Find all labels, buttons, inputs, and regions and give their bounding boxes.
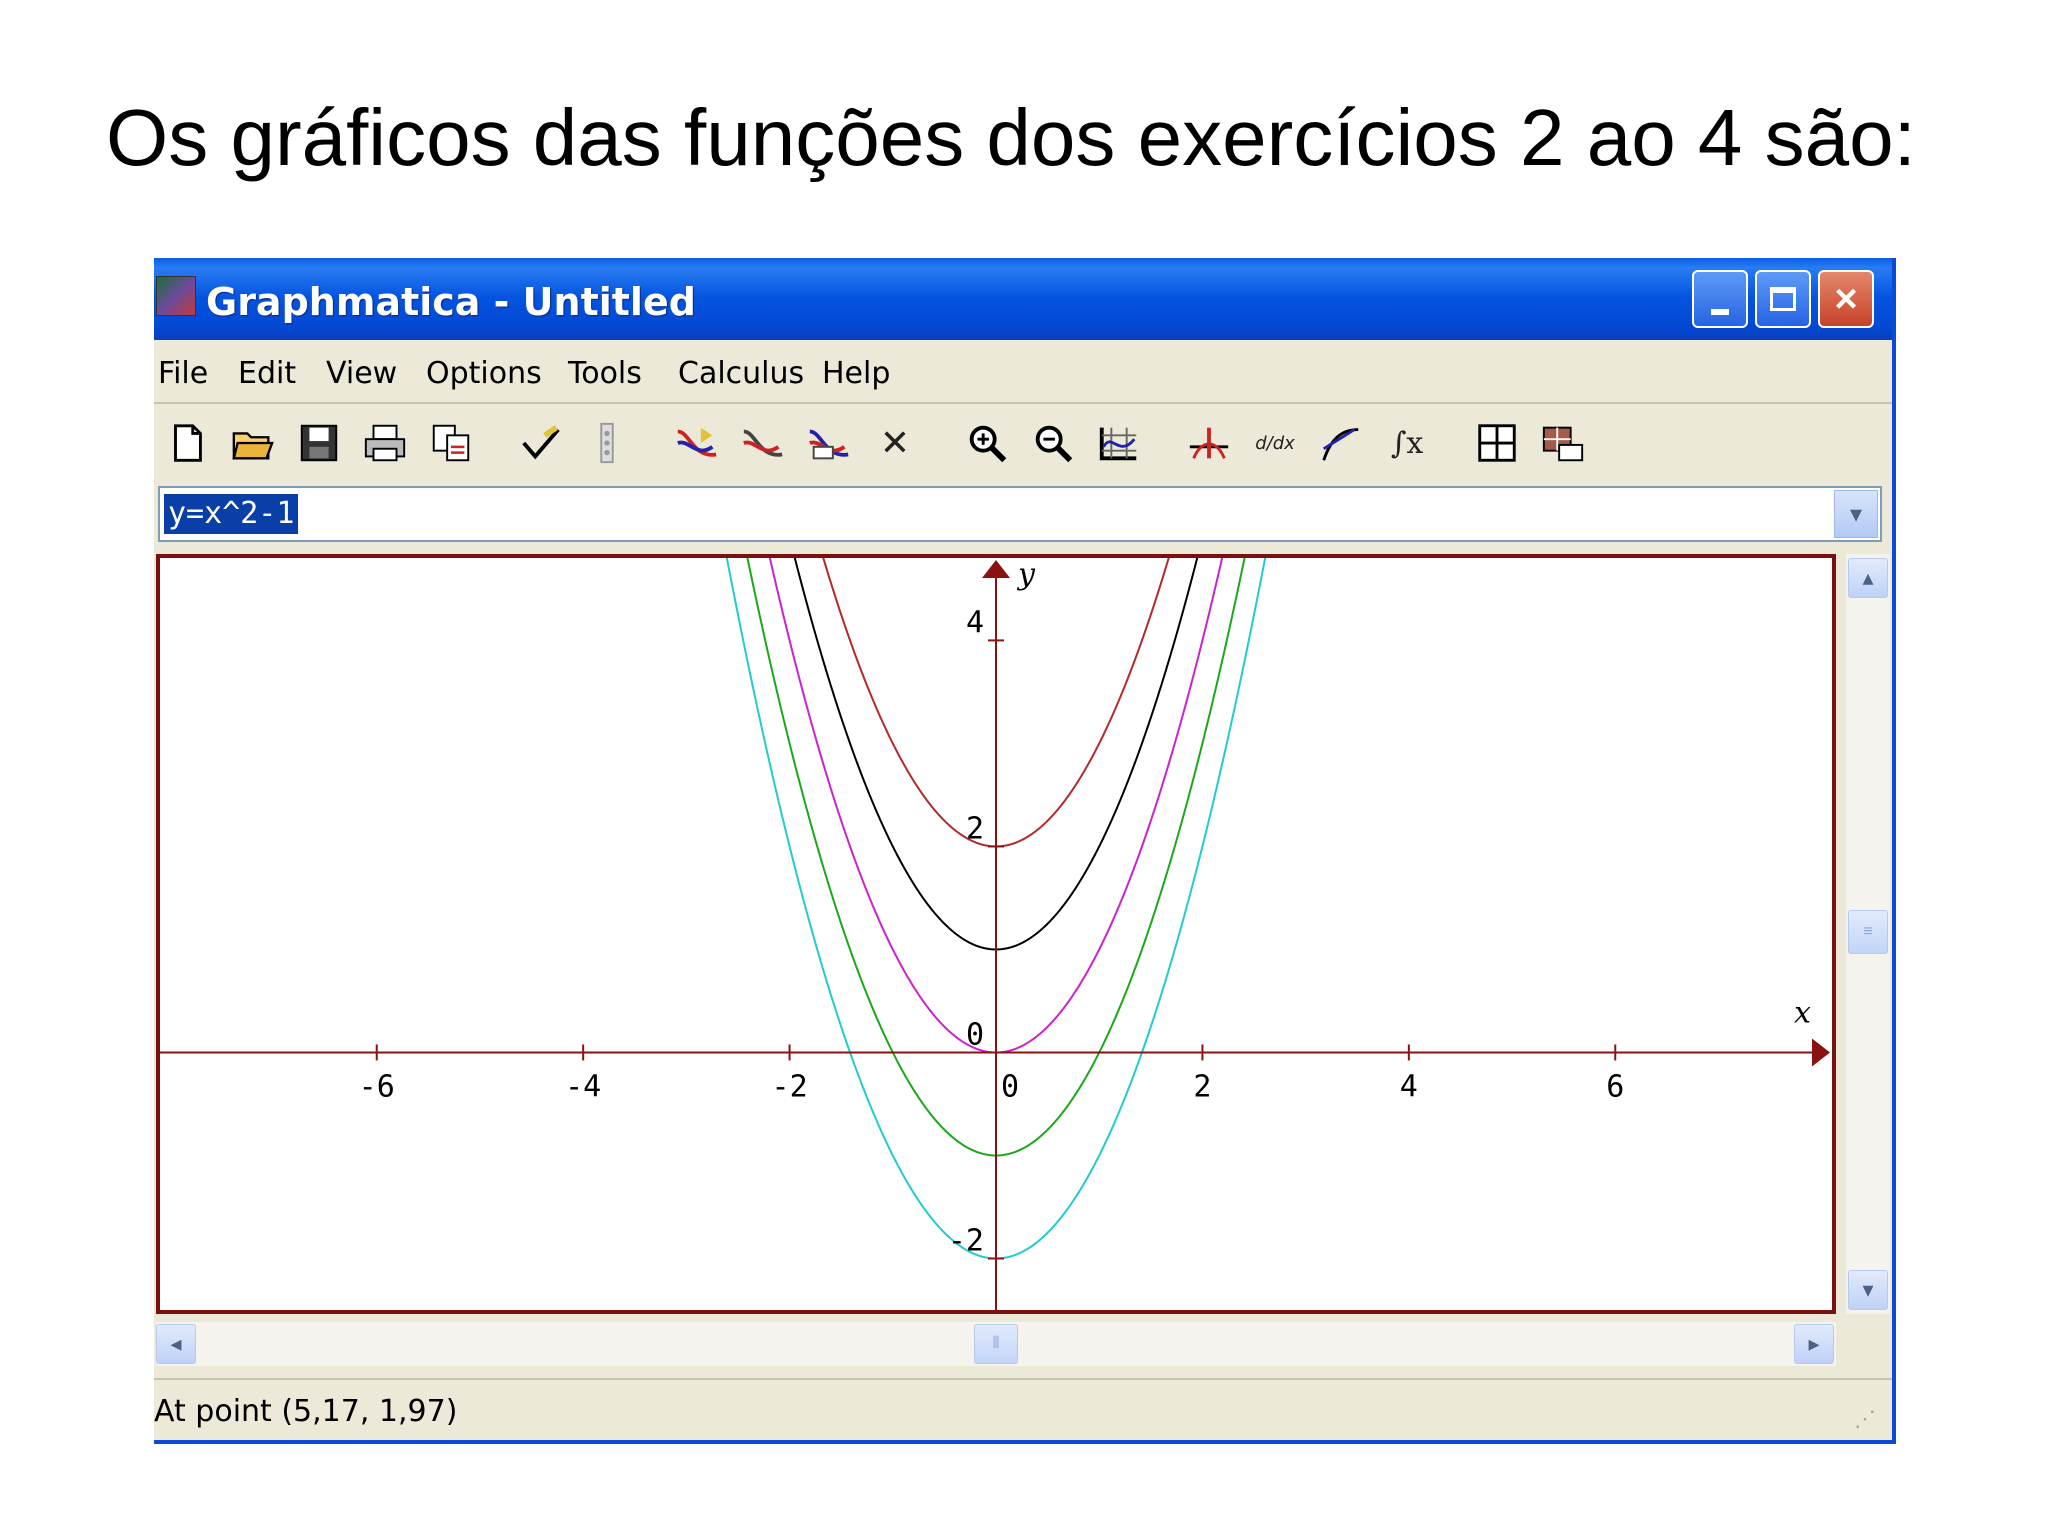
toolbar: ✕ d/dx ∫x [154,404,1892,484]
y-axis-arrow [982,560,1010,578]
equation-dropdown-button[interactable]: ▾ [1834,490,1878,538]
minimize-button[interactable] [1692,270,1748,328]
check-icon[interactable] [516,418,566,468]
menu-file[interactable]: File [158,356,208,391]
menu-view[interactable]: View [326,356,397,391]
y-tick-label-1: 0 [966,1017,984,1052]
table-icon[interactable] [1472,418,1522,468]
tangent-icon[interactable] [1316,418,1366,468]
zoom-in-icon[interactable] [962,418,1012,468]
status-bar: At point (5,17, 1,97) ⋰ [154,1378,1892,1440]
zoom-out-icon[interactable] [1028,418,1078,468]
x-tick-label-6: 6 [1606,1069,1624,1104]
vertical-scroll-thumb[interactable]: ≡ [1848,910,1888,954]
scroll-right-button[interactable]: ▸ [1794,1324,1834,1364]
derivative-icon[interactable]: d/dx [1250,418,1300,468]
y-tick-label-0: -2 [948,1223,984,1258]
menu-help[interactable]: Help [822,356,890,391]
chevron-left-icon: ◂ [170,1331,182,1356]
vertical-scrollbar[interactable]: ▴ ≡ ▾ [1846,554,1890,1314]
chevron-down-icon: ▾ [1849,500,1863,528]
title-bar[interactable]: Graphmatica - Untitled × [154,258,1892,340]
x-tick-label-3: 0 [1001,1069,1019,1104]
scroll-left-button[interactable]: ◂ [156,1324,196,1364]
x-tick-label-0: -6 [359,1069,395,1104]
x-axis-label: x [1794,995,1811,1030]
delete-glyph: ✕ [879,422,911,464]
scroll-up-button[interactable]: ▴ [1848,558,1888,598]
x-tick-label-1: -4 [565,1069,601,1104]
y-tick-label-2: 2 [966,811,984,846]
window-title: Graphmatica - Untitled [206,280,696,324]
roots-icon[interactable] [1184,418,1234,468]
equation-combobox[interactable]: y=x^2-1 ▾ [158,486,1882,542]
chevron-up-icon: ▴ [1862,565,1874,590]
equation-input[interactable]: y=x^2-1 [164,494,299,534]
status-text: At point (5,17, 1,97) [154,1394,458,1429]
scroll-down-button[interactable]: ▾ [1848,1270,1888,1310]
menu-tools[interactable]: Tools [568,356,642,391]
maximize-button[interactable] [1755,270,1811,328]
resize-grip-icon[interactable]: ⋰ [1854,1406,1884,1436]
x-tick-label-2: -2 [772,1069,808,1104]
integral-icon[interactable]: ∫x [1382,418,1432,468]
graph-canvas[interactable]: x y -6 -4 -2 0 2 4 6 -2 0 2 4 [160,558,1832,1310]
x-tick-label-5: 4 [1400,1069,1418,1104]
redraw-icon[interactable] [738,418,788,468]
coordinates-icon[interactable] [1538,418,1588,468]
menu-calculus[interactable]: Calculus [678,356,804,391]
plot-icon[interactable] [672,418,722,468]
integral-glyph: ∫x [1390,425,1424,461]
minimize-icon [1711,309,1729,315]
grip-icon [582,418,632,468]
close-button[interactable]: × [1818,270,1874,328]
slide-title: Os gráficos das funções dos exercícios 2… [106,93,1916,182]
derivative-glyph: d/dx [1255,432,1295,454]
save-icon[interactable] [294,418,344,468]
horizontal-scrollbar[interactable]: ◂ ⦀ ▸ [156,1322,1836,1366]
chevron-right-icon: ▸ [1808,1331,1820,1356]
open-folder-icon[interactable] [228,418,278,468]
y-tick-label-3: 4 [966,605,984,640]
delete-icon[interactable]: ✕ [870,418,920,468]
graphmatica-window: Graphmatica - Untitled × File Edit View … [154,258,1896,1444]
x-tick-label-4: 2 [1193,1069,1211,1104]
graph-area[interactable]: x y -6 -4 -2 0 2 4 6 -2 0 2 4 [156,554,1836,1314]
horizontal-scroll-thumb[interactable]: ⦀ [974,1324,1018,1364]
close-icon: × [1834,276,1858,321]
new-file-icon[interactable] [162,418,212,468]
menu-options[interactable]: Options [426,356,542,391]
maximize-icon [1770,287,1796,311]
print-icon[interactable] [360,418,410,468]
app-icon[interactable] [156,276,196,316]
grid-icon[interactable] [1094,418,1144,468]
chevron-down-icon: ▾ [1862,1277,1874,1302]
copy-icon[interactable] [426,418,476,468]
x-axis-arrow [1812,1038,1830,1067]
y-axis-label: y [1016,558,1036,592]
erase-graph-icon[interactable] [804,418,854,468]
menu-bar: File Edit View Options Tools Calculus He… [154,340,1892,404]
menu-edit[interactable]: Edit [238,356,296,391]
